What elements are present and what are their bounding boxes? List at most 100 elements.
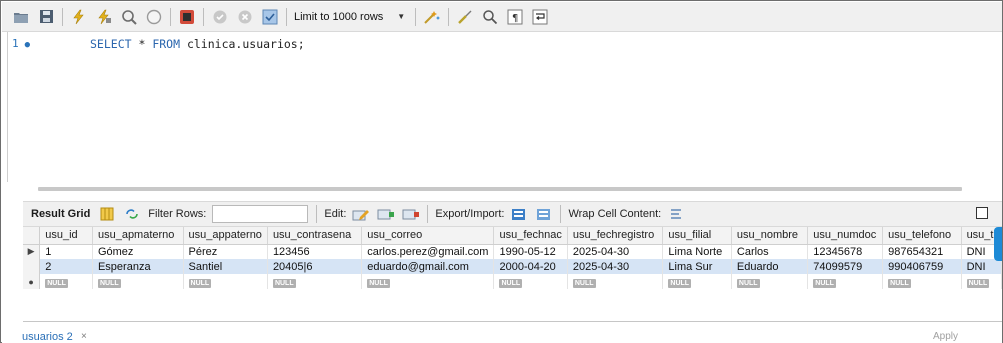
sql-editor[interactable]: 1 ● SELECT * FROM clinica.usuarios; (2, 32, 1002, 182)
table-row[interactable]: 2 Esperanza Santiel 20405|6 eduardo@gmail.co… (23, 259, 1002, 274)
line-gutter: 1 ● (12, 37, 72, 50)
table-cell[interactable]: NULL (92, 274, 184, 289)
execute-current-icon[interactable] (95, 8, 113, 26)
toolbar-separator (415, 7, 417, 26)
table-cell[interactable]: 987654321 (882, 244, 962, 259)
table-cell[interactable]: 2000-04-20 (493, 259, 568, 274)
code-text: * (131, 37, 153, 51)
table-cell[interactable]: 990406759 (882, 259, 962, 274)
table-cell[interactable]: Lima Norte (662, 244, 732, 259)
table-cell[interactable]: Eduardo (731, 259, 809, 274)
limit-rows-select[interactable]: Limit to 1000 rows (294, 11, 383, 23)
tab-usuarios-2[interactable]: usuarios 2 (22, 331, 73, 343)
filter-rows-input[interactable] (212, 205, 309, 223)
column-header-usu_fechregistro[interactable]: usu_fechregistro (567, 227, 664, 245)
column-header-usu_id[interactable]: usu_id (39, 227, 93, 245)
editor-gutter-rule (7, 32, 8, 182)
result-table: usu_id usu_apmaterno usu_appaterno usu_cont… (23, 227, 1002, 289)
table-cell[interactable]: 2 (39, 259, 93, 274)
table-row[interactable]: ▶ 1 Gómez Pérez 123456 carlos.perez@gmail.com… (23, 244, 1002, 259)
edit-label: Edit: (324, 208, 347, 220)
execute-icon[interactable] (70, 8, 88, 26)
null-badge: NULL (966, 278, 990, 288)
table-cell[interactable]: Santiel (183, 259, 268, 274)
null-badge: NULL (499, 278, 523, 288)
table-cell[interactable]: NULL (567, 274, 664, 289)
wrap-icon[interactable] (531, 8, 549, 26)
table-cell[interactable]: Carlos (731, 244, 809, 259)
result-grid-tab[interactable]: Result Grid (31, 208, 90, 220)
table-cell[interactable]: 12345678 (807, 244, 884, 259)
table-cell[interactable]: DNI (961, 259, 1002, 274)
table-cell[interactable]: 1 (39, 244, 93, 259)
commit-icon[interactable] (211, 8, 229, 26)
table-cell[interactable]: 2025-04-30 (567, 259, 664, 274)
table-cell[interactable]: 1990-05-12 (493, 244, 568, 259)
toggle-panel-icon[interactable] (976, 207, 988, 219)
add-row-icon[interactable] (377, 205, 395, 223)
explain-icon[interactable] (120, 8, 138, 26)
edit-row-icon[interactable] (352, 205, 370, 223)
column-header-usu_contrasena[interactable]: usu_contrasena (267, 227, 363, 245)
column-header-usu_appaterno[interactable]: usu_appaterno (183, 227, 268, 245)
column-header-usu_fechnac[interactable]: usu_fechnac (493, 227, 568, 245)
grid-view-icon[interactable] (98, 205, 116, 223)
beautify-icon[interactable] (423, 8, 441, 26)
table-cell[interactable]: Esperanza (92, 259, 184, 274)
table-cell[interactable]: NULL (39, 274, 93, 289)
table-cell[interactable]: Gómez (92, 244, 184, 259)
invisible-chars-icon[interactable]: ¶ (506, 8, 524, 26)
null-badge: NULL (45, 278, 68, 288)
table-cell[interactable]: NULL (961, 274, 1002, 289)
find-icon[interactable] (456, 8, 474, 26)
null-badge: NULL (272, 278, 296, 288)
column-header-usu_telefono[interactable]: usu_telefono (882, 227, 962, 245)
stop-icon[interactable] (145, 8, 163, 26)
new-row[interactable]: ● NULL NULL NULL NULL NULL NULL NULL NULL NULL NUL… (23, 274, 1002, 289)
side-panel-toggle[interactable] (994, 227, 1002, 261)
column-header-usu_correo[interactable]: usu_correo (361, 227, 495, 245)
apply-button[interactable]: Apply (933, 331, 958, 342)
table-cell[interactable]: NULL (807, 274, 884, 289)
table-cell[interactable]: NULL (183, 274, 268, 289)
table-cell[interactable]: Pérez (183, 244, 268, 259)
filter-rows-label: Filter Rows: (148, 208, 207, 220)
table-cell[interactable]: NULL (882, 274, 962, 289)
import-icon[interactable] (535, 205, 553, 223)
table-cell[interactable]: Lima Sur (662, 259, 732, 274)
table-cell[interactable]: eduardo@gmail.com (361, 259, 495, 274)
autocommit-icon[interactable] (261, 8, 279, 26)
rollback-icon[interactable] (236, 8, 254, 26)
folder-open-icon[interactable] (12, 8, 30, 26)
column-header-usu_numdoc[interactable]: usu_numdoc (807, 227, 884, 245)
delete-row-icon[interactable] (402, 205, 420, 223)
toggle-continue-icon[interactable] (178, 8, 196, 26)
table-cell[interactable]: carlos.perez@gmail.com (361, 244, 495, 259)
toolbar-separator (427, 205, 429, 223)
panel-splitter[interactable] (2, 182, 1002, 200)
table-cell[interactable]: NULL (662, 274, 732, 289)
table-cell[interactable]: NULL (493, 274, 568, 289)
filter-refresh-icon[interactable] (123, 205, 141, 223)
table-cell[interactable]: 123456 (267, 244, 363, 259)
chevron-down-icon[interactable]: ▼ (397, 12, 405, 21)
divider (23, 321, 1002, 322)
table-cell[interactable]: 20405|6 (267, 259, 363, 274)
close-icon[interactable]: × (81, 331, 87, 342)
table-cell[interactable]: NULL (267, 274, 363, 289)
table-cell[interactable]: NULL (731, 274, 809, 289)
search-icon[interactable] (481, 8, 499, 26)
result-grid[interactable]: usu_id usu_apmaterno usu_appaterno usu_cont… (23, 227, 1002, 309)
save-icon[interactable] (37, 8, 55, 26)
column-header-usu_filial[interactable]: usu_filial (662, 227, 732, 245)
table-cell[interactable]: 2025-04-30 (567, 244, 664, 259)
export-icon[interactable] (510, 205, 528, 223)
code-keyword-from: FROM (152, 37, 181, 51)
code-line[interactable]: SELECT * FROM clinica.usuarios; (90, 37, 305, 51)
table-cell[interactable]: NULL (361, 274, 495, 289)
scrollbar-horizontal[interactable] (38, 187, 962, 191)
column-header-usu_nombre[interactable]: usu_nombre (731, 227, 809, 245)
wrap-cell-icon[interactable] (667, 205, 685, 223)
column-header-usu_apmaterno[interactable]: usu_apmaterno (92, 227, 184, 245)
table-cell[interactable]: 74099579 (807, 259, 884, 274)
